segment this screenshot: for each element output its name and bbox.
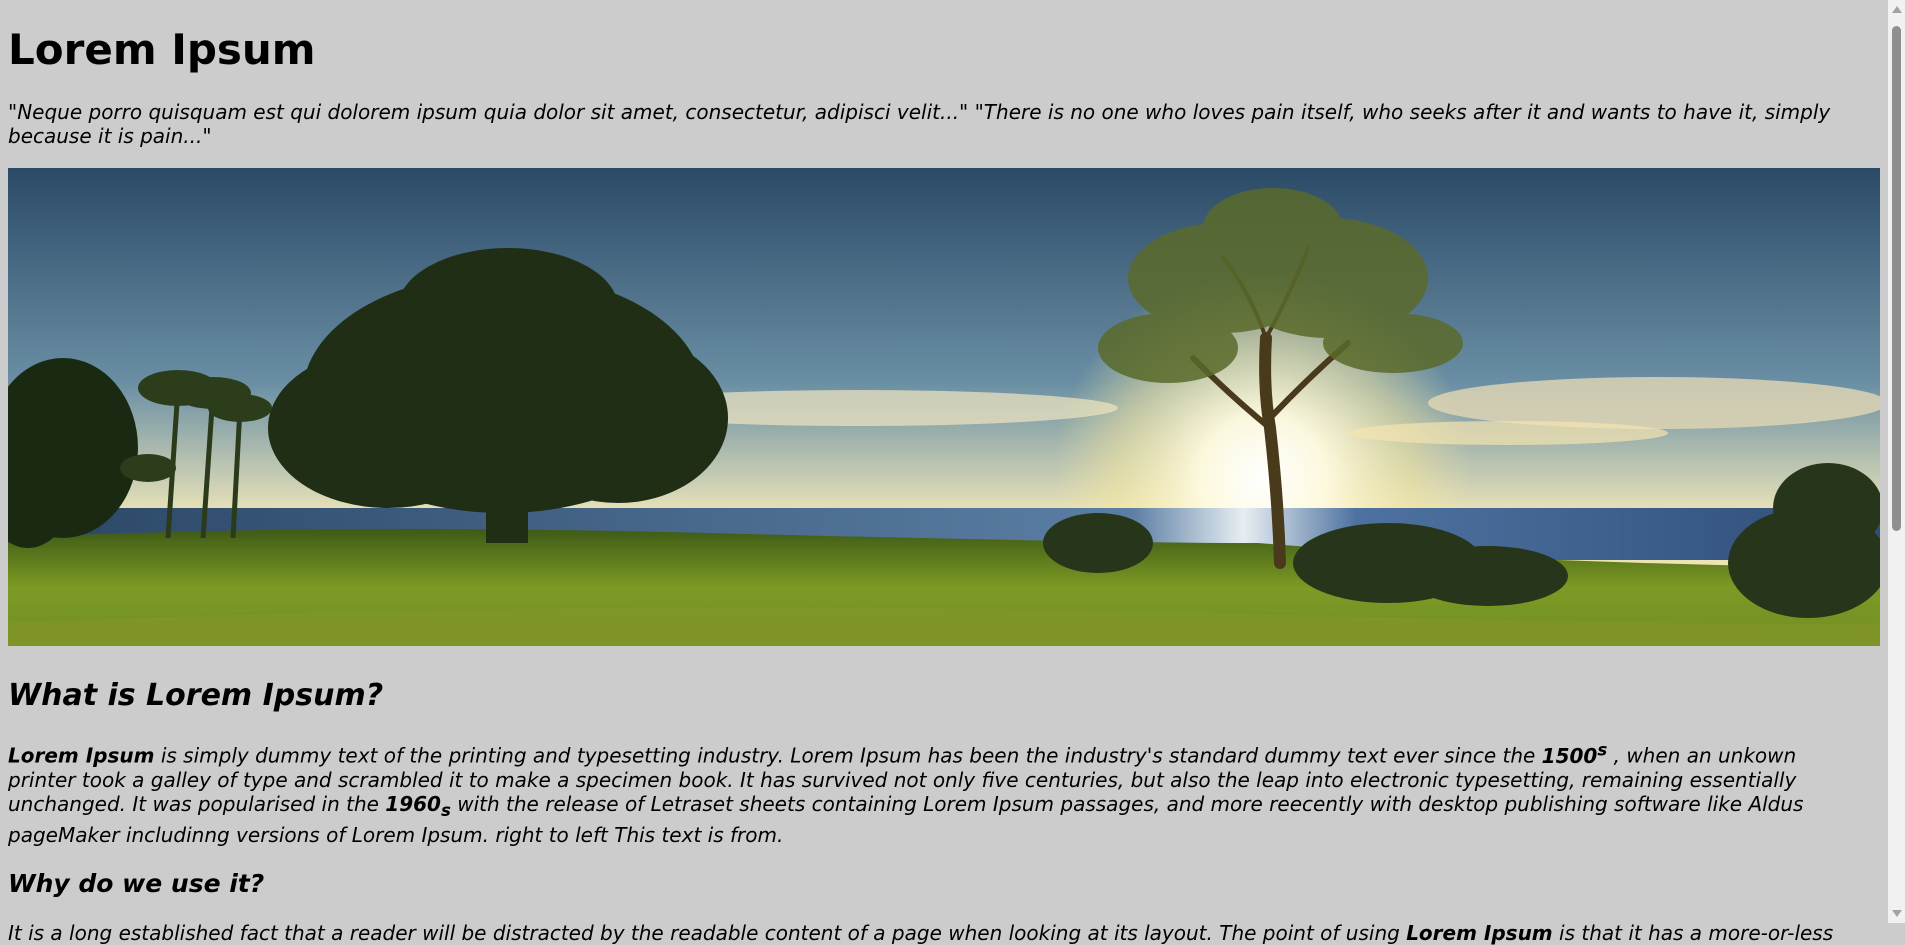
page-title: Lorem Ipsum	[8, 25, 316, 74]
section-why-use-paragraph: It is a long established fact that a rea…	[8, 920, 1834, 945]
vertical-scrollbar[interactable]	[1888, 0, 1905, 923]
section-heading-why-use: Why do we use it?	[8, 868, 265, 898]
paragraph-text: is simply dummy text of the printing and…	[154, 743, 1542, 768]
section-what-is-paragraph: Lorem Ipsum is simply dummy text of the …	[8, 738, 1848, 847]
scroll-up-arrow-icon[interactable]	[1892, 6, 1902, 13]
year-1960: 1960s	[385, 791, 451, 820]
scroll-down-arrow-icon[interactable]	[1892, 910, 1902, 917]
year-1500: 1500s	[1541, 740, 1608, 768]
intro-quote: "Neque porro quisquam est qui dolorem ip…	[8, 100, 1831, 148]
page-content: Lorem Ipsum "Neque porro quisquam est qu…	[8, 0, 1880, 945]
scrollbar-thumb[interactable]	[1892, 26, 1901, 531]
section-heading-what-is: What is Lorem Ipsum?	[8, 678, 384, 713]
bold-term: Lorem Ipsum	[8, 743, 155, 768]
hero-landscape-image	[8, 168, 1880, 646]
